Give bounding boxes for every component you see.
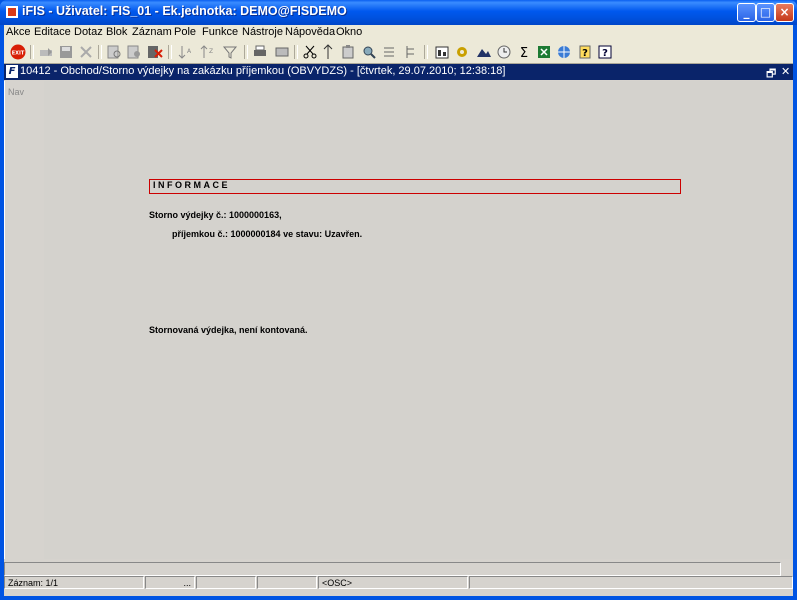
status-record: Záznam: 1/1 xyxy=(4,576,144,589)
menu-akce[interactable]: Akce xyxy=(6,26,30,38)
menu-okno[interactable]: Okno xyxy=(336,26,362,38)
menu-editace[interactable]: Editace xyxy=(34,26,71,38)
clock-icon[interactable] xyxy=(496,44,512,60)
document-title: 10412 - Obchod/Storno výdejky na zakázku… xyxy=(20,65,506,77)
menu-napoveda[interactable]: Nápověda xyxy=(285,26,335,38)
menu-dotaz[interactable]: Dotaz xyxy=(74,26,103,38)
copy-icon[interactable] xyxy=(320,44,336,60)
menu-zaznam[interactable]: Záznam xyxy=(132,26,172,38)
close-button[interactable]: × xyxy=(775,3,794,22)
menu-funkce[interactable]: Funkce xyxy=(202,26,238,38)
mountain-icon[interactable] xyxy=(476,44,492,60)
svg-text:?: ? xyxy=(602,48,608,59)
window-title: iFIS - Uživatel: FIS_01 - Ek.jednotka: D… xyxy=(22,4,347,18)
content-area: INFORMACE Storno výdejky č.: 1000000163,… xyxy=(44,81,793,559)
report-icon[interactable] xyxy=(434,44,450,60)
new-record-icon[interactable] xyxy=(38,44,54,60)
information-heading: INFORMACE xyxy=(153,180,230,190)
execute-query-icon[interactable] xyxy=(126,44,142,60)
status-more: ... xyxy=(145,576,195,589)
delete-record-icon[interactable] xyxy=(78,44,94,60)
info-line-kontovani: Stornovaná výdejka, není kontovaná. xyxy=(149,325,308,335)
context-help-icon[interactable]: ? xyxy=(597,44,613,60)
help-icon[interactable]: ? xyxy=(577,44,593,60)
nav-label[interactable]: Nav xyxy=(8,87,24,97)
toolbar-separator xyxy=(98,45,102,59)
menu-bar: Akce Editace Dotaz Blok Záznam Pole Funk… xyxy=(4,25,793,41)
client-area: Akce Editace Dotaz Blok Záznam Pole Funk… xyxy=(4,25,793,596)
print-preview-icon[interactable] xyxy=(274,44,290,60)
menu-nastroje[interactable]: Nástroje xyxy=(242,26,283,38)
settings-icon[interactable] xyxy=(454,44,470,60)
document-titlebar[interactable]: F 10412 - Obchod/Storno výdejky na zakáz… xyxy=(4,64,793,80)
document-close-icon[interactable]: ✕ xyxy=(781,65,790,78)
info-line-prijemka: příjemkou č.: 1000000184 ve stavu: Uzavř… xyxy=(172,229,363,239)
maximize-button[interactable]: □ xyxy=(756,3,775,22)
cut-icon[interactable] xyxy=(302,44,318,60)
status-bar: Záznam: 1/1 ... <OSC> xyxy=(4,561,793,596)
nav-panel[interactable]: Nav xyxy=(4,81,45,559)
svg-text:Z: Z xyxy=(209,48,213,55)
sort-ascending-icon[interactable]: A xyxy=(178,44,194,60)
svg-text:A: A xyxy=(187,48,192,55)
web-icon[interactable] xyxy=(556,44,572,60)
menu-blok[interactable]: Blok xyxy=(106,26,127,38)
info-line-storno: Storno výdejky č.: 1000000163, xyxy=(149,210,282,220)
svg-text:?: ? xyxy=(582,48,588,59)
excel-icon[interactable] xyxy=(536,44,552,60)
list-icon[interactable] xyxy=(381,44,397,60)
tree-icon[interactable] xyxy=(402,44,418,60)
form-icon: F xyxy=(6,65,18,78)
find-icon[interactable] xyxy=(361,44,377,60)
status-message-line xyxy=(4,562,781,576)
toolbar-separator xyxy=(294,45,298,59)
status-osc: <OSC> xyxy=(318,576,468,589)
query-icon[interactable] xyxy=(106,44,122,60)
svg-text:EXIT: EXIT xyxy=(12,51,25,57)
status-cell-empty-2 xyxy=(257,576,317,589)
status-cells: Záznam: 1/1 ... <OSC> xyxy=(4,576,793,590)
minimize-button[interactable]: _ xyxy=(737,3,756,22)
cancel-query-icon[interactable] xyxy=(147,44,163,60)
exit-icon[interactable]: EXIT xyxy=(10,44,26,60)
sum-icon[interactable]: Σ xyxy=(516,44,532,60)
toolbar-separator xyxy=(424,45,428,59)
application-window: iFIS - Uživatel: FIS_01 - Ek.jednotka: D… xyxy=(0,0,797,600)
svg-text:Σ: Σ xyxy=(520,46,528,60)
toolbar-separator xyxy=(168,45,172,59)
ifis-app-icon xyxy=(6,6,18,18)
status-cell-empty-1 xyxy=(196,576,256,589)
sort-descending-icon[interactable]: Z xyxy=(200,44,216,60)
information-header: INFORMACE xyxy=(149,179,681,194)
save-icon[interactable] xyxy=(58,44,74,60)
toolbar: EXIT A Z Σ ? ? xyxy=(4,41,793,64)
toolbar-separator xyxy=(30,45,34,59)
filter-icon[interactable] xyxy=(222,44,238,60)
print-icon[interactable] xyxy=(252,44,268,60)
menu-pole[interactable]: Pole xyxy=(174,26,196,38)
paste-icon[interactable] xyxy=(340,44,356,60)
window-titlebar[interactable]: iFIS - Uživatel: FIS_01 - Ek.jednotka: D… xyxy=(0,0,797,25)
toolbar-separator xyxy=(244,45,248,59)
status-cell-empty-3 xyxy=(469,576,793,589)
